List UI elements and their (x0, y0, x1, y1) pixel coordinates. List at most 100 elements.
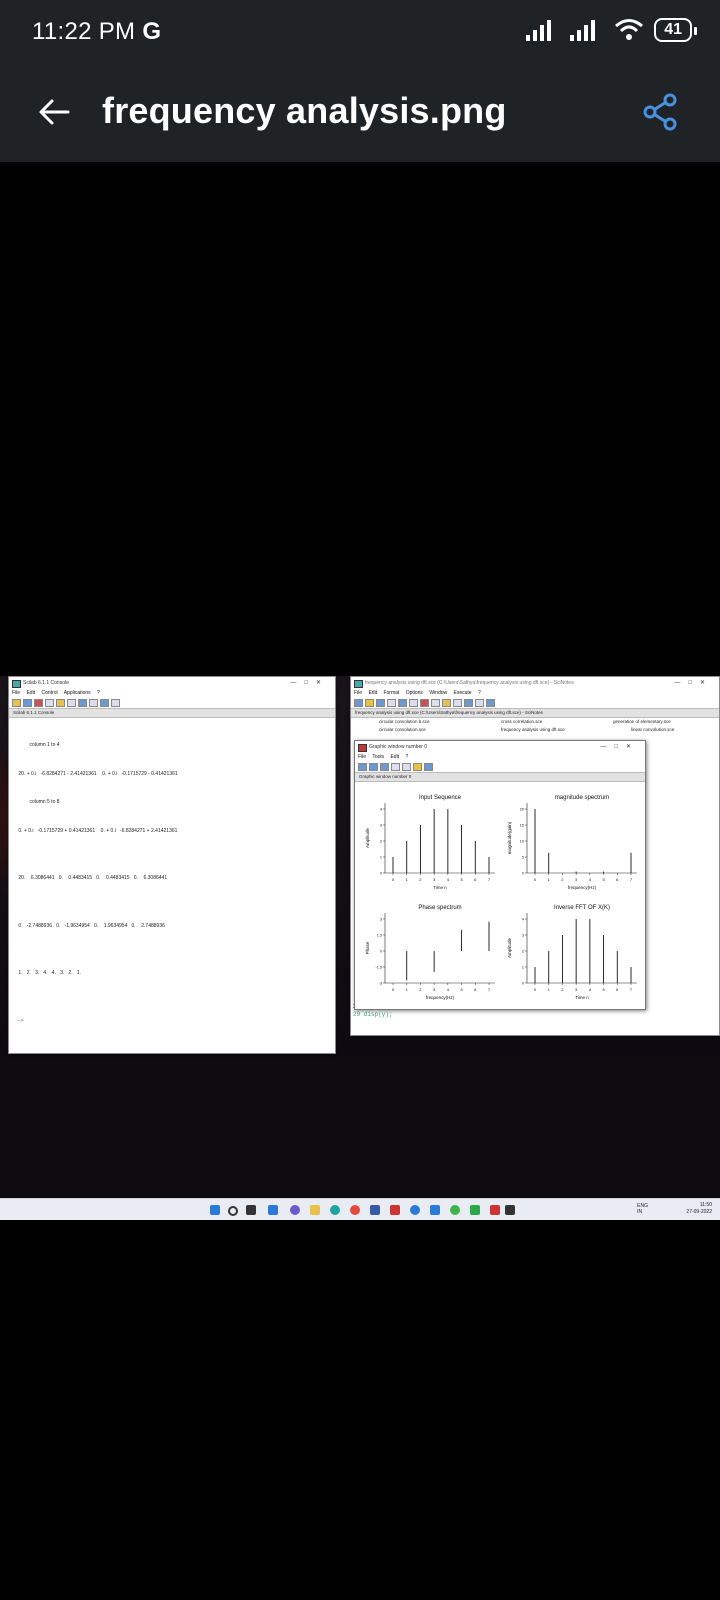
app-icon[interactable] (490, 1205, 500, 1215)
toolbar-icon[interactable] (453, 699, 462, 707)
menu-window[interactable]: Window (429, 690, 447, 696)
toolbar-icon[interactable] (358, 763, 367, 771)
console-prompt[interactable]: --> (17, 1017, 327, 1027)
editor-tab-active[interactable]: frequency analysis using dft.sce (501, 726, 565, 734)
toolbar-icon[interactable] (413, 763, 422, 771)
y-tick-label: -3 (379, 982, 382, 986)
x-tick-label: 5 (460, 987, 463, 992)
toolbar-icon[interactable] (100, 699, 109, 707)
clock[interactable]: 11:50 27-09-2022 (686, 1202, 712, 1216)
toolbar-icon[interactable] (398, 699, 407, 707)
plot-title: Input Sequence (419, 795, 462, 801)
toolbar-icon[interactable] (365, 699, 374, 707)
toolbar-icon[interactable] (23, 699, 32, 707)
toolbar-icon[interactable] (464, 699, 473, 707)
menu-edit[interactable]: Edit (368, 690, 377, 696)
widgets-icon[interactable] (268, 1205, 278, 1215)
x-axis-label: Time n (433, 885, 447, 890)
signal-icon (526, 20, 552, 41)
x-tick-label: 1 (406, 877, 409, 882)
carrier-badge: G (142, 18, 162, 45)
toolbar-icon[interactable] (111, 699, 120, 707)
menu-options[interactable]: Options (406, 690, 423, 696)
language-indicator[interactable]: ENG IN (637, 1203, 648, 1215)
toolbar-icon[interactable] (12, 699, 21, 707)
console-line: column 5 to 8 (17, 799, 60, 805)
scinotes-toolbar (351, 698, 719, 708)
toolbar-icon[interactable] (34, 699, 43, 707)
menu-control[interactable]: Control (41, 690, 57, 696)
toolbar-icon[interactable] (391, 763, 400, 771)
chrome-icon[interactable] (350, 1205, 360, 1215)
menu-file[interactable]: File (12, 690, 20, 696)
y-tick-label: -1.5 (375, 966, 382, 970)
search-icon[interactable] (228, 1206, 238, 1216)
menu-help[interactable]: ? (97, 690, 100, 696)
toolbar-icon[interactable] (45, 699, 54, 707)
console-menubar: File Edit Control Applications ? (9, 689, 335, 698)
task-view-icon[interactable] (246, 1205, 256, 1215)
toolbar-icon[interactable] (376, 699, 385, 707)
back-arrow-icon[interactable] (34, 92, 74, 132)
y-tick-label: 4 (522, 918, 524, 922)
toolbar-icon[interactable] (354, 699, 363, 707)
y-tick-label: 3 (380, 918, 382, 922)
chat-icon[interactable] (290, 1205, 300, 1215)
console-line: 20. + 0.i -6.8284271 - 2.41421361 0. + 0… (17, 770, 178, 777)
window-controls[interactable]: —□✕ (290, 677, 329, 689)
editor-tab[interactable]: generation of elementary.sce (613, 718, 671, 726)
y-tick-label: 3 (522, 934, 524, 938)
app-icon[interactable] (370, 1205, 380, 1215)
toolbar-icon[interactable] (442, 699, 451, 707)
app-icon[interactable] (390, 1205, 400, 1215)
menu-help[interactable]: ? (405, 754, 408, 760)
help-icon[interactable] (424, 763, 433, 771)
help-icon[interactable] (410, 1205, 420, 1215)
menu-applications[interactable]: Applications (64, 690, 91, 696)
menu-execute[interactable]: Execute (454, 690, 472, 696)
menu-file[interactable]: File (354, 690, 362, 696)
y-axis-label: magnitude(gain) (507, 821, 512, 854)
toolbar-icon[interactable] (420, 699, 429, 707)
scilab-icon[interactable] (505, 1205, 515, 1215)
menu-tools[interactable]: Tools (372, 754, 384, 760)
toolbar-icon[interactable] (56, 699, 65, 707)
y-tick-label: 2 (522, 950, 524, 954)
edge-icon[interactable] (330, 1205, 340, 1215)
toolbar-icon[interactable] (78, 699, 87, 707)
toolbar-icon[interactable] (89, 699, 98, 707)
toolbar-icon[interactable] (409, 699, 418, 707)
plot-title: Phase spectrum (418, 905, 461, 911)
toolbar-icon[interactable] (486, 699, 495, 707)
file-title: frequency analysis.png (102, 90, 507, 131)
editor-tab[interactable]: linear convolution.sce (631, 726, 674, 734)
zoom-out-icon[interactable] (380, 763, 389, 771)
x-tick-label: 4 (447, 877, 450, 882)
x-tick-label: 4 (447, 987, 450, 992)
share-icon[interactable] (640, 92, 680, 132)
menu-help[interactable]: ? (478, 690, 481, 696)
toolbar-icon[interactable] (431, 699, 440, 707)
plot-canvas[interactable]: Input Sequence Time n Amplitude 0 1 2 3 4 5 6 7 0 1 2… (355, 789, 643, 1003)
toolbar-icon[interactable] (402, 763, 411, 771)
app-icon[interactable] (470, 1205, 480, 1215)
editor-tab[interactable]: circular convolution.sce (379, 726, 426, 734)
window-controls[interactable]: —□✕ (600, 741, 639, 753)
editor-tab[interactable]: circular convolution b.sce (379, 718, 430, 726)
menu-edit[interactable]: Edit (390, 754, 399, 760)
toolbar-icon[interactable] (67, 699, 76, 707)
windows-taskbar: ENG IN 11:50 27-09-2022 (0, 1198, 720, 1220)
toolbar-icon[interactable] (387, 699, 396, 707)
app-icon[interactable] (430, 1205, 440, 1215)
menu-edit[interactable]: Edit (26, 690, 35, 696)
zoom-in-icon[interactable] (369, 763, 378, 771)
app-icon[interactable] (450, 1205, 460, 1215)
editor-tab[interactable]: cross correlation.sce (501, 718, 542, 726)
start-icon[interactable] (210, 1205, 220, 1215)
window-controls[interactable]: —□✕ (674, 677, 713, 689)
menu-format[interactable]: Format (383, 690, 399, 696)
file-explorer-icon[interactable] (310, 1205, 320, 1215)
console-output[interactable]: column 1 to 4 20. + 0.i -6.8284271 - 2.4… (9, 718, 335, 1049)
menu-file[interactable]: File (358, 754, 366, 760)
toolbar-icon[interactable] (475, 699, 484, 707)
